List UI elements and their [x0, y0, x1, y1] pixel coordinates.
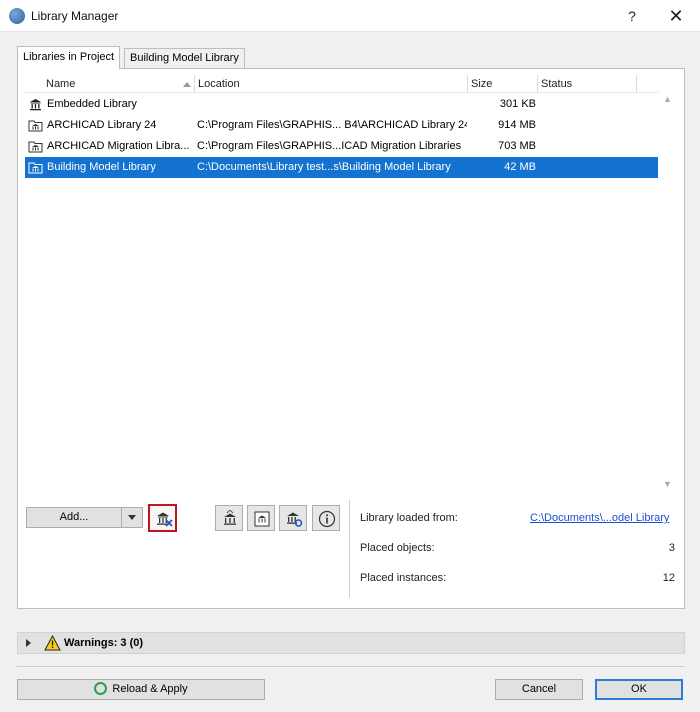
library-size: 301 KB: [499, 98, 536, 110]
reload-apply-button[interactable]: Reload & Apply: [17, 679, 265, 700]
placed-instances-value: 12: [662, 572, 675, 584]
close-button[interactable]: ✕: [660, 0, 692, 32]
folder-library-icon: [28, 162, 43, 174]
info-button[interactable]: [312, 505, 340, 531]
sort-ascending-icon: [183, 82, 191, 87]
add-library-button[interactable]: Add...: [26, 507, 122, 528]
library-name: ARCHICAD Library 24: [47, 119, 157, 131]
warnings-bar[interactable]: Warnings: 3 (0): [17, 632, 685, 654]
library-name: Embedded Library: [47, 98, 137, 110]
help-button[interactable]: ?: [620, 0, 644, 32]
add-library-dropdown[interactable]: [121, 507, 143, 528]
scroll-up-arrow-icon[interactable]: ▲: [663, 95, 672, 104]
warnings-label: Warnings: 3 (0): [64, 637, 144, 649]
archicad-app-icon: [9, 8, 25, 24]
cancel-button[interactable]: Cancel: [495, 679, 583, 700]
library-settings-button[interactable]: [279, 505, 307, 531]
library-row[interactable]: ARCHICAD Migration Libra... C:\Program F…: [25, 136, 658, 157]
scroll-down-arrow-icon[interactable]: ▼: [663, 480, 672, 489]
library-list: Name Location Size Status Embedded Libra…: [25, 75, 659, 496]
library-location: C:\Documents\Library test...s\Building M…: [197, 161, 451, 173]
library-row-selected[interactable]: Building Model Library C:\Documents\Libr…: [25, 157, 658, 178]
list-header: Name Location Size Status: [25, 75, 659, 93]
library-up-icon: [224, 510, 236, 525]
library-location: C:\Program Files\GRAPHIS... B4\ARCHICAD …: [197, 119, 467, 131]
library-size: 914 MB: [498, 119, 536, 131]
placed-objects-label: Placed objects:: [360, 542, 435, 554]
placed-instances-label: Placed instances:: [360, 572, 447, 584]
tab-building-model-library[interactable]: Building Model Library: [124, 48, 245, 69]
column-header-size[interactable]: Size: [468, 75, 538, 93]
library-row[interactable]: ARCHICAD Library 24 C:\Program Files\GRA…: [25, 115, 658, 136]
library-name: Building Model Library: [47, 161, 156, 173]
chevron-down-icon: [128, 515, 136, 520]
placed-objects-value: 3: [668, 542, 675, 554]
library-size: 42 MB: [504, 161, 536, 173]
warning-icon: [44, 635, 61, 651]
expand-arrow-icon[interactable]: [26, 639, 31, 647]
column-header-name[interactable]: Name: [43, 75, 195, 93]
column-header-status[interactable]: Status: [538, 75, 637, 93]
panel-divider: [349, 500, 350, 598]
info-icon: [318, 510, 336, 528]
reload-icon: [94, 682, 108, 695]
ok-button[interactable]: OK: [595, 679, 683, 700]
library-icon: [30, 99, 41, 111]
library-export-icon: [254, 511, 270, 527]
library-location: C:\Program Files\GRAPHIS...ICAD Migratio…: [197, 140, 462, 152]
library-path-link[interactable]: C:\Documents\...odel Library: [530, 512, 669, 524]
folder-library-icon: [28, 120, 43, 132]
library-size: 703 MB: [498, 140, 536, 152]
tab-libraries-in-project[interactable]: Libraries in Project: [17, 46, 121, 69]
library-export-button[interactable]: [247, 505, 275, 531]
library-up-button[interactable]: [215, 505, 243, 531]
library-loaded-from-label: Library loaded from:: [360, 512, 458, 524]
library-settings-icon: [287, 512, 303, 527]
reload-apply-label: Reload & Apply: [112, 683, 188, 695]
title-bar: Library Manager ? ✕: [0, 0, 700, 32]
footer-divider: [17, 666, 685, 667]
remove-library-icon: [157, 512, 173, 527]
folder-library-icon: [28, 141, 43, 153]
remove-library-button[interactable]: [148, 504, 177, 532]
library-row[interactable]: Embedded Library 301 KB: [25, 94, 658, 115]
window-title: Library Manager: [31, 9, 119, 23]
column-header-location[interactable]: Location: [195, 75, 468, 93]
library-name: ARCHICAD Migration Libra...: [47, 140, 190, 152]
